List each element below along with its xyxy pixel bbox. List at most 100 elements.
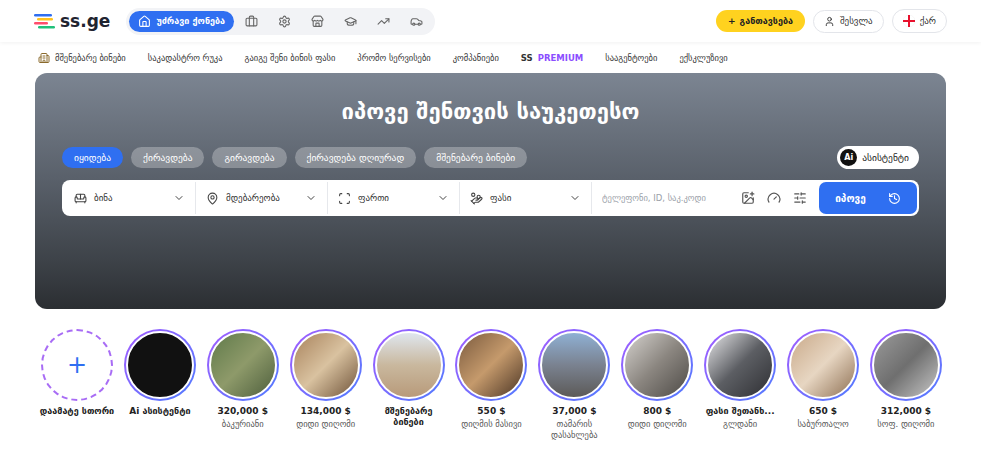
deal-tab[interactable]: ქირავდება bbox=[131, 147, 204, 168]
chevron-down-icon bbox=[305, 192, 317, 204]
search-field[interactable]: ბინა bbox=[64, 182, 196, 214]
story-photo bbox=[789, 331, 857, 399]
secondary-nav-item[interactable]: პრომო სერვისები bbox=[357, 53, 430, 63]
story-item[interactable]: ფასი შეთანხ...გლდანი bbox=[701, 329, 779, 441]
story-subtitle: ბაკურიანი bbox=[222, 419, 264, 430]
category-item[interactable] bbox=[368, 11, 399, 32]
education-icon bbox=[344, 15, 357, 28]
logo[interactable]: ss.ge bbox=[34, 11, 110, 31]
story-item[interactable]: მშენებარე ბინები bbox=[370, 329, 448, 441]
search-field[interactable]: ფასი bbox=[460, 182, 592, 214]
secondary-nav-item[interactable]: SSPREMIUM bbox=[521, 53, 583, 63]
story-title: 650 $ bbox=[809, 406, 837, 417]
secondary-nav-item[interactable]: ექსკლუზივი bbox=[679, 53, 727, 63]
secondary-nav-item[interactable]: კომპანიები bbox=[453, 53, 499, 63]
story-photo bbox=[706, 331, 774, 399]
secondary-nav-item[interactable]: მშენებარე ბინები bbox=[38, 52, 126, 64]
story-ring bbox=[538, 329, 610, 401]
services-icon bbox=[278, 15, 291, 28]
story-ring bbox=[704, 329, 776, 401]
assistant-button[interactable]: Aiასისტენტი bbox=[837, 146, 919, 169]
secondary-nav: მშენებარე ბინები საკადასტრო რუკა გაიგე შენ… bbox=[0, 42, 981, 73]
search-bar: ბინამდებარეობაფართიფასი იპოვე bbox=[62, 180, 919, 216]
header-right: +განთავსება შესვლა ქარ bbox=[716, 9, 947, 33]
chevron-down-icon bbox=[437, 192, 449, 204]
category-item[interactable] bbox=[302, 11, 333, 32]
story-subtitle: დიდი დიღომი bbox=[628, 419, 687, 430]
hero: იპოვე შენთვის საუკეთესო იყიდება ქირავდება გ… bbox=[35, 73, 946, 309]
image-search-icon[interactable] bbox=[741, 191, 755, 205]
story-subtitle: თამარის დასახლება bbox=[535, 419, 613, 440]
story-subtitle: სოფ. დიღომი bbox=[877, 419, 934, 430]
story-ring bbox=[787, 329, 859, 401]
story-ring bbox=[870, 329, 942, 401]
add-story-icon: + bbox=[67, 353, 87, 377]
gauge-icon[interactable] bbox=[767, 191, 781, 205]
hero-title: იპოვე შენთვის საუკეთესო bbox=[62, 99, 919, 124]
story-photo bbox=[126, 331, 194, 399]
search-input[interactable] bbox=[592, 182, 729, 214]
story-photo bbox=[623, 331, 691, 399]
deal-tab[interactable]: მშენებარე ბინები bbox=[424, 147, 527, 168]
story-item[interactable]: 312,000 $ სოფ. დიღომი bbox=[867, 329, 945, 441]
area-icon bbox=[338, 192, 351, 205]
deal-tab[interactable]: ქირავდება დღიურად bbox=[295, 147, 417, 168]
story-title: 800 $ bbox=[643, 406, 671, 417]
story-subtitle: დიღმის მასივი bbox=[461, 419, 521, 430]
category-item[interactable] bbox=[269, 11, 300, 32]
story-item[interactable]: + დაამატე სთორი bbox=[38, 329, 116, 441]
deal-tab[interactable]: იყიდება bbox=[62, 147, 123, 168]
search-field[interactable]: მდებარეობა bbox=[196, 182, 328, 214]
deal-tab[interactable]: გირავდება bbox=[212, 147, 286, 168]
secondary-nav-item[interactable]: გაიგე შენი ბინის ფასი bbox=[244, 53, 335, 63]
post-button[interactable]: +განთავსება bbox=[716, 10, 805, 32]
story-ring bbox=[124, 329, 196, 401]
shops-icon bbox=[311, 15, 324, 28]
user-icon bbox=[824, 16, 835, 27]
story-ring bbox=[621, 329, 693, 401]
finance-icon bbox=[377, 15, 390, 28]
story-photo bbox=[209, 331, 277, 399]
search-field[interactable]: ფართი bbox=[328, 182, 460, 214]
category-item[interactable] bbox=[401, 11, 432, 32]
story-ring bbox=[290, 329, 362, 401]
chevron-down-icon bbox=[569, 192, 581, 204]
secondary-nav-item[interactable]: სააგენტოები bbox=[605, 53, 657, 63]
category-item[interactable] bbox=[236, 11, 267, 32]
story-title: 37,000 $ bbox=[552, 406, 596, 417]
search-tools bbox=[729, 182, 819, 214]
stories: + დაამატე სთორი Ai ასისტენტი 320,000 $ბაკურ… bbox=[0, 309, 981, 441]
category-item[interactable] bbox=[335, 11, 366, 32]
building-icon bbox=[38, 52, 50, 64]
story-ring bbox=[207, 329, 279, 401]
price-icon bbox=[470, 192, 483, 205]
story-item[interactable]: 320,000 $ბაკურიანი bbox=[204, 329, 282, 441]
story-item[interactable]: 650 $ საბურთალო bbox=[784, 329, 862, 441]
chevron-down-icon bbox=[173, 192, 185, 204]
category-switcher: უძრავი ქონება bbox=[126, 8, 435, 35]
story-photo bbox=[375, 331, 443, 399]
story-title: 134,000 $ bbox=[300, 406, 350, 417]
story-item[interactable]: 37,000 $ თამარის დასახლება bbox=[535, 329, 613, 441]
property-icon bbox=[74, 192, 87, 205]
story-item[interactable]: 550 $დიღმის მასივი bbox=[452, 329, 530, 441]
deal-tabs: იყიდება ქირავდება გირავდება ქირავდება დღიურ… bbox=[62, 147, 527, 168]
story-photo bbox=[540, 331, 608, 399]
filters-icon[interactable] bbox=[793, 191, 807, 205]
cars-icon bbox=[410, 15, 423, 28]
language-button[interactable]: ქარ bbox=[892, 9, 947, 33]
story-subtitle: საბურთალო bbox=[797, 419, 848, 430]
story-title: 312,000 $ bbox=[881, 406, 931, 417]
story-item[interactable]: 800 $ დიდი დიღომი bbox=[618, 329, 696, 441]
category-item[interactable]: უძრავი ქონება bbox=[129, 11, 234, 32]
story-subtitle: დიდი დიღომი bbox=[296, 419, 355, 430]
story-title: ფასი შეთანხ... bbox=[706, 406, 775, 417]
story-title: Ai ასისტენტი bbox=[129, 406, 190, 417]
page: ss.ge უძრავი ქონება +განთავსება შესვლა ქარ მშ… bbox=[0, 0, 981, 476]
story-title: დაამატე სთორი bbox=[40, 406, 114, 417]
story-item[interactable]: Ai ასისტენტი bbox=[121, 329, 199, 441]
find-button[interactable]: იპოვე bbox=[819, 182, 917, 214]
story-item[interactable]: 134,000 $ დიდი დიღომი bbox=[287, 329, 365, 441]
secondary-nav-item[interactable]: საკადასტრო რუკა bbox=[148, 53, 223, 63]
login-button[interactable]: შესვლა bbox=[813, 10, 884, 33]
